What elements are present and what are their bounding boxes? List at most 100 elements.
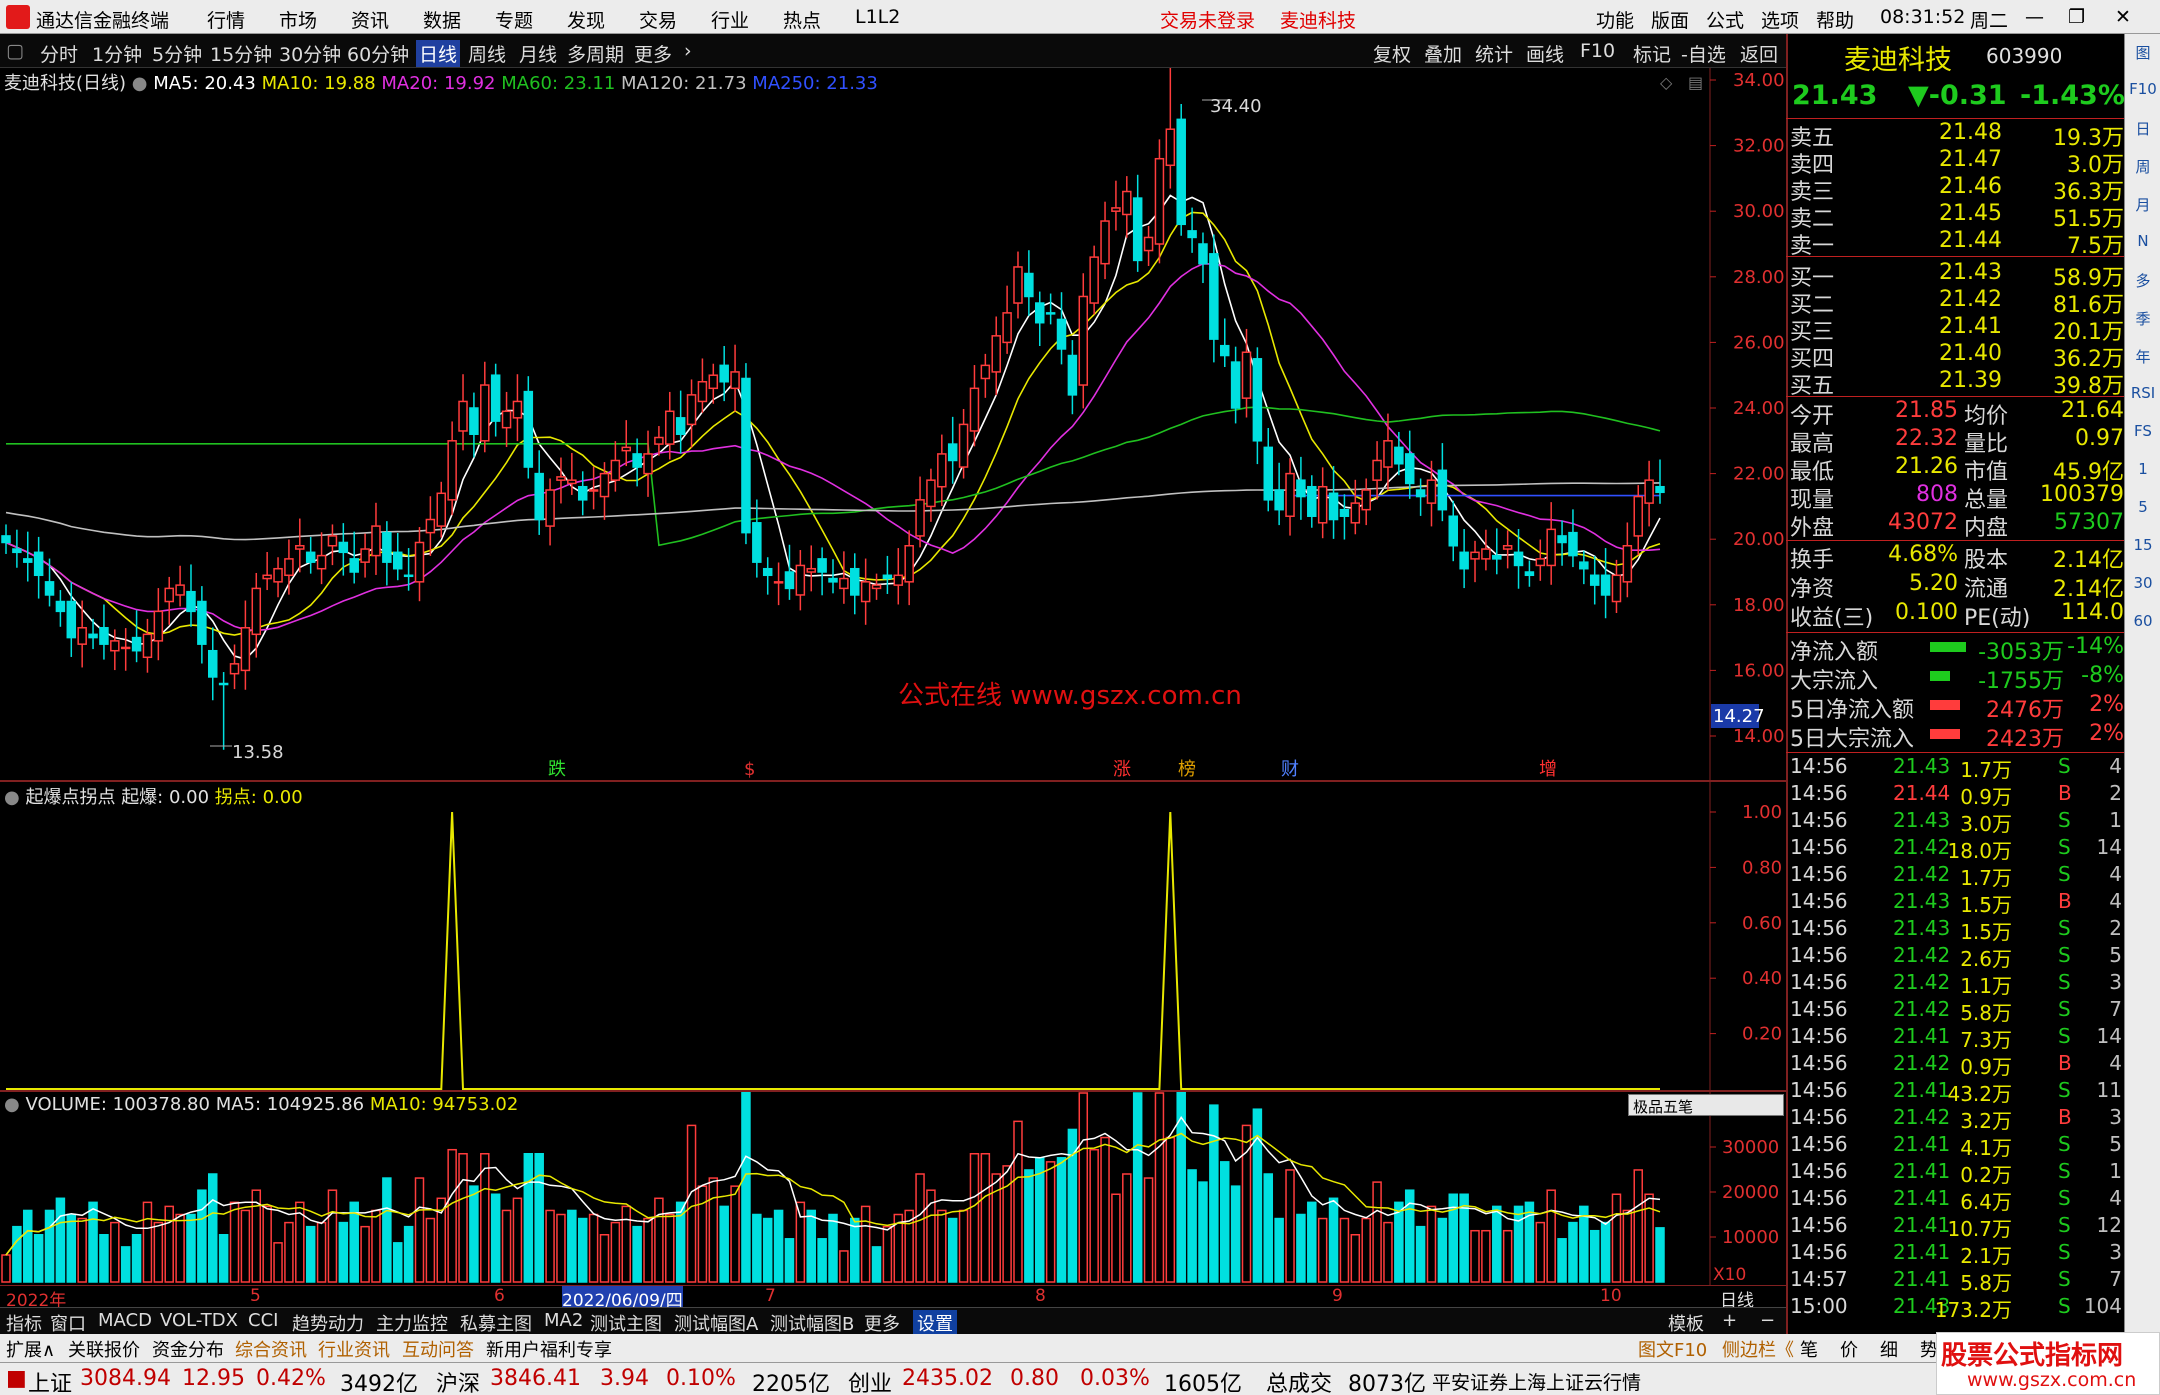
diamond-icon[interactable]: ◇ (1660, 73, 1673, 92)
menu-bangzhu[interactable]: 帮助 (1816, 6, 1854, 33)
tab-simu[interactable]: 私募主图 (460, 1310, 532, 1336)
menu-gongshi[interactable]: 公式 (1706, 6, 1744, 33)
hs-label[interactable]: 沪深 (436, 1366, 480, 1395)
menu-hangqing[interactable]: 行情 (207, 6, 245, 33)
period-30min[interactable]: 30分钟 (279, 40, 341, 67)
btn-f10[interactable]: F10 (1580, 40, 1615, 62)
btn-huaxian[interactable]: 画线 (1526, 40, 1564, 67)
tab-qushi[interactable]: 趋势动力 (292, 1310, 364, 1336)
side-tool-button[interactable]: 30 (2129, 574, 2157, 592)
btn-biaoji[interactable]: 标记 (1633, 40, 1671, 67)
side-tool-button[interactable]: F10 (2129, 80, 2157, 98)
chevron-right-icon[interactable]: › (684, 40, 692, 62)
collapse-icon[interactable]: ● (4, 1094, 20, 1115)
tab-kuozhan[interactable]: 扩展∧ (6, 1336, 55, 1362)
side-tool-button[interactable]: 月 (2129, 194, 2157, 215)
login-status[interactable]: 交易未登录 (1160, 6, 1255, 33)
tab-settings[interactable]: 设置 (913, 1310, 957, 1336)
period-daily[interactable]: 日线 (416, 40, 461, 67)
side-tool-button[interactable]: 5 (2129, 498, 2157, 516)
tab-hangye[interactable]: 行业资讯 (318, 1336, 390, 1362)
period-15min[interactable]: 15分钟 (210, 40, 272, 67)
tab-xinyonghu[interactable]: 新用户福利专享 (486, 1336, 612, 1362)
tab-ma2[interactable]: MA2 (544, 1310, 583, 1331)
tab-jia[interactable]: 价 (1840, 1336, 1858, 1362)
side-tool-button[interactable]: FS (2129, 422, 2157, 440)
side-tool-button[interactable]: 1 (2129, 460, 2157, 478)
menu-l1l2[interactable]: L1L2 (855, 6, 900, 28)
add-icon[interactable]: + (1722, 1310, 1737, 1331)
minimize-icon[interactable]: — (2025, 6, 2044, 28)
menu-faxian[interactable]: 发现 (567, 6, 605, 33)
menu-zhuanti[interactable]: 专题 (495, 6, 533, 33)
period-more[interactable]: 更多 (634, 40, 672, 67)
panel-icon[interactable]: ▤ (1688, 73, 1703, 92)
tab-zonghe[interactable]: 综合资讯 (235, 1336, 307, 1362)
side-tool-button[interactable]: 15 (2129, 536, 2157, 554)
side-tool-button[interactable]: 季 (2129, 308, 2157, 329)
template-button[interactable]: 模板 (1668, 1310, 1704, 1336)
menu-zixun[interactable]: 资讯 (351, 6, 389, 33)
tab-macd[interactable]: MACD (98, 1310, 152, 1331)
event-tag-zeng[interactable]: 增 (1539, 759, 1557, 780)
side-tool-button[interactable]: 周 (2129, 156, 2157, 177)
tab-tuwen-f10[interactable]: 图文F10 (1638, 1336, 1707, 1362)
menu-shuju[interactable]: 数据 (423, 6, 461, 33)
event-tag-bang[interactable]: 榜 (1178, 759, 1196, 780)
menu-shichang[interactable]: 市场 (279, 6, 317, 33)
menu-gongneng[interactable]: 功能 (1596, 6, 1634, 33)
btn-fuquan[interactable]: 复权 (1373, 40, 1411, 67)
side-tool-button[interactable]: 日 (2129, 118, 2157, 139)
event-tag-die[interactable]: 跌 (548, 759, 566, 780)
menu-xuanxiang[interactable]: 选项 (1761, 6, 1799, 33)
tab-ceshi-zhutu[interactable]: 测试主图 (590, 1310, 662, 1336)
ime-toolbar[interactable]: 极品五笔 (1628, 1094, 1784, 1116)
tab-zhibiao[interactable]: 指标 (6, 1310, 42, 1336)
candlestick-chart[interactable]: 34.00 32.00 30.00 28.00 26.00 24.00 22.00 20.00… (0, 68, 1786, 782)
cy-label[interactable]: 创业 (848, 1366, 892, 1395)
menu-hangye[interactable]: 行业 (711, 6, 749, 33)
event-tag-dollar[interactable]: $ (744, 759, 755, 780)
tab-cebianlan[interactable]: 侧边栏《 (1722, 1336, 1794, 1362)
side-tool-button[interactable]: 多 (2129, 270, 2157, 291)
menu-banmian[interactable]: 版面 (1651, 6, 1689, 33)
tab-ceshi-a[interactable]: 测试幅图A (674, 1310, 758, 1336)
side-tool-button[interactable]: 图 (2129, 42, 2157, 63)
period-1min[interactable]: 1分钟 (92, 40, 142, 67)
menu-redian[interactable]: 热点 (783, 6, 821, 33)
side-tool-button[interactable]: N (2129, 232, 2157, 250)
tab-cci[interactable]: CCI (248, 1310, 278, 1331)
tab-ceshi-b[interactable]: 测试幅图B (770, 1310, 854, 1336)
tab-chuangkou[interactable]: 窗口 (50, 1310, 86, 1336)
volume-chart[interactable]: 30000 20000 10000 X10 (0, 1092, 1786, 1285)
btn-tongji[interactable]: 统计 (1475, 40, 1513, 67)
collapse-icon[interactable]: ● (4, 787, 20, 808)
period-monthly[interactable]: 月线 (519, 40, 557, 67)
period-fenshi[interactable]: 分时 (40, 40, 78, 67)
tab-zhuli[interactable]: 主力监控 (376, 1310, 448, 1336)
remove-icon[interactable]: − (1760, 1310, 1775, 1331)
tab-hudong[interactable]: 互动问答 (402, 1336, 474, 1362)
event-tag-zhang[interactable]: 涨 (1113, 759, 1131, 780)
indicator-chart[interactable]: 1.00 0.80 0.60 0.40 0.20 (0, 782, 1786, 1092)
tab-bi[interactable]: 笔 (1800, 1336, 1818, 1362)
tab-guanlian[interactable]: 关联报价 (68, 1336, 140, 1362)
toggle-icon[interactable]: ▢ (6, 40, 24, 62)
tab-zijin[interactable]: 资金分布 (152, 1336, 224, 1362)
tab-vol-tdx[interactable]: VOL-TDX (160, 1310, 238, 1331)
period-60min[interactable]: 60分钟 (347, 40, 409, 67)
restore-icon[interactable]: ❐ (2068, 6, 2085, 28)
side-tool-button[interactable]: 年 (2129, 346, 2157, 367)
side-tool-button[interactable]: 60 (2129, 612, 2157, 630)
tab-xi[interactable]: 细 (1880, 1336, 1898, 1362)
btn-diejia[interactable]: 叠加 (1424, 40, 1462, 67)
period-5min[interactable]: 5分钟 (152, 40, 202, 67)
menu-jiaoyi[interactable]: 交易 (639, 6, 677, 33)
event-tag-cai[interactable]: 财 (1281, 759, 1299, 780)
side-tool-button[interactable]: RSI (2129, 384, 2157, 402)
btn-zixuan[interactable]: -自选 (1681, 40, 1726, 67)
period-weekly[interactable]: 周线 (468, 40, 506, 67)
sh-label[interactable]: 上证 (28, 1366, 72, 1395)
period-multi[interactable]: 多周期 (567, 40, 624, 67)
close-icon[interactable]: ✕ (2115, 6, 2131, 28)
